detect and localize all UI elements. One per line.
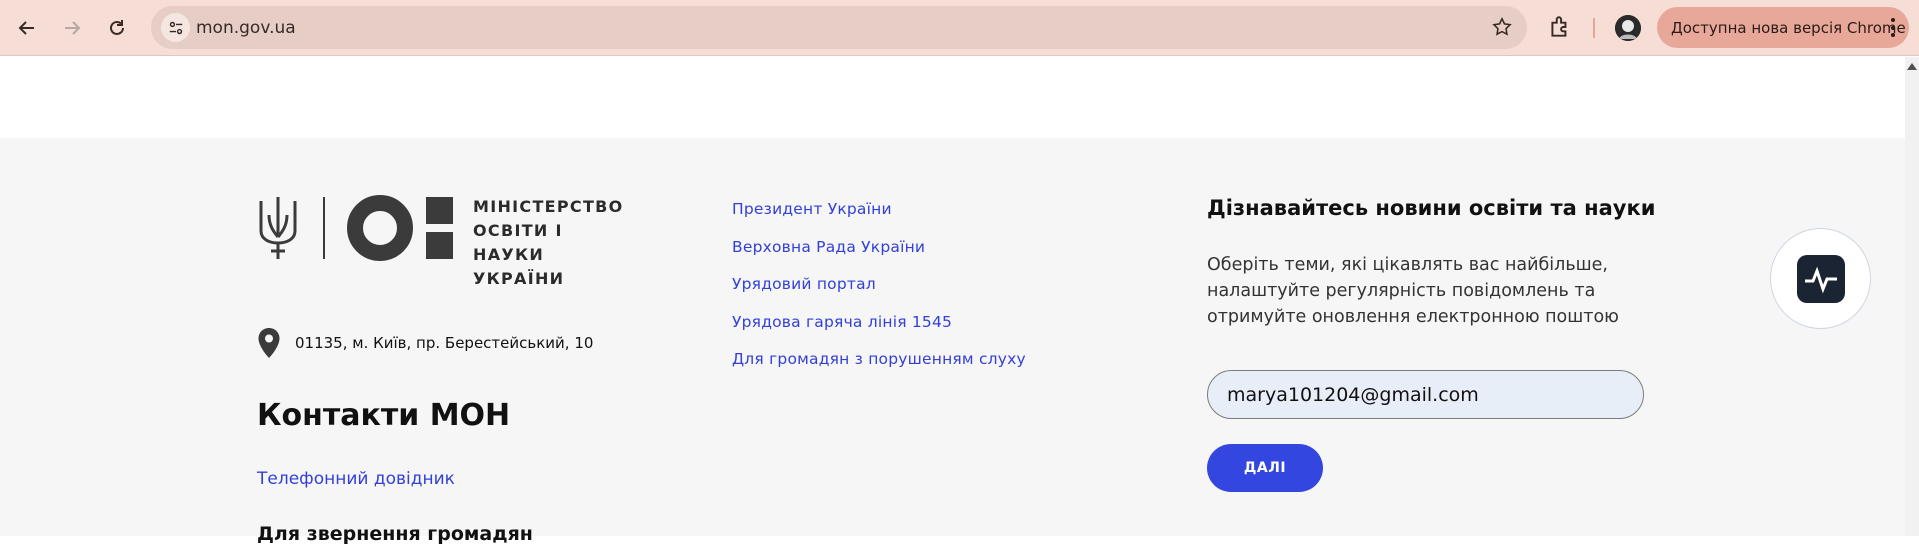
scroll-up-arrow[interactable] (1907, 63, 1917, 70)
logo-ring (347, 195, 413, 261)
ministry-logo[interactable]: МІНІСТЕРСТВО ОСВІТИ І НАУКИ УКРАЇНИ (257, 195, 637, 288)
logo-text: МІНІСТЕРСТВО ОСВІТИ І НАУКИ УКРАЇНИ (473, 195, 637, 291)
link-government-portal[interactable]: Урядовий портал (732, 275, 1026, 313)
profile-avatar[interactable] (1615, 15, 1641, 41)
kebab-icon[interactable] (1891, 18, 1895, 37)
citizens-heading: Для звернення громадян (257, 523, 533, 545)
chrome-update-label: Доступна нова версія Chrome (1671, 18, 1906, 37)
reload-icon (110, 20, 124, 35)
logo-square-bottom (426, 232, 453, 259)
back-button[interactable] (9, 10, 45, 46)
address-bar[interactable]: mon.gov.ua (151, 6, 1527, 49)
address-text: 01135, м. Київ, пр. Берестейський, 10 (295, 334, 594, 352)
forward-icon (65, 21, 81, 35)
link-hotline[interactable]: Урядова гаряча лінія 1545 (732, 313, 1026, 351)
newsletter-title: Дізнавайтесь новини освіти та науки (1207, 196, 1656, 220)
reload-button[interactable] (99, 10, 135, 46)
pulse-chat-icon (1796, 254, 1845, 303)
logo-text-line-1: МІНІСТЕРСТВО (473, 197, 624, 216)
logo-text-line-2: ОСВІТИ І НАУКИ (473, 221, 563, 264)
address: 01135, м. Київ, пр. Берестейський, 10 (257, 327, 593, 359)
toolbar-divider (1593, 18, 1595, 38)
star-icon[interactable] (1491, 16, 1513, 38)
link-president[interactable]: Президент України (732, 200, 1026, 238)
external-links: Президент України Верховна Рада України … (732, 200, 1026, 388)
extensions-icon[interactable] (1547, 14, 1573, 40)
logo-text-line-3: УКРАЇНИ (473, 269, 565, 288)
logo-divider (323, 197, 325, 259)
trident-icon (259, 197, 297, 259)
feedback-button[interactable] (1770, 228, 1871, 329)
forward-button[interactable] (54, 10, 90, 46)
logo-square-top (426, 197, 453, 224)
location-pin-icon (258, 328, 280, 358)
contacts-title: Контакти МОН (257, 398, 511, 433)
link-verkhovna-rada[interactable]: Верховна Рада України (732, 238, 1026, 276)
browser-toolbar: mon.gov.ua Доступна нова версія Chrome (0, 0, 1919, 56)
newsletter-description: Оберіть теми, які цікавлять вас найбільш… (1207, 255, 1619, 327)
site-settings-icon[interactable] (161, 13, 190, 42)
back-icon (18, 21, 34, 35)
scrollbar[interactable] (1905, 57, 1919, 536)
email-field[interactable] (1207, 370, 1644, 419)
phone-directory-link[interactable]: Телефонний довідник (257, 469, 455, 489)
url-text: mon.gov.ua (196, 18, 296, 38)
link-hearing-impaired[interactable]: Для громадян з порушенням слуху (732, 350, 1026, 388)
next-button[interactable]: ДАЛІ (1207, 444, 1323, 492)
chrome-update-button[interactable]: Доступна нова версія Chrome (1657, 7, 1909, 48)
